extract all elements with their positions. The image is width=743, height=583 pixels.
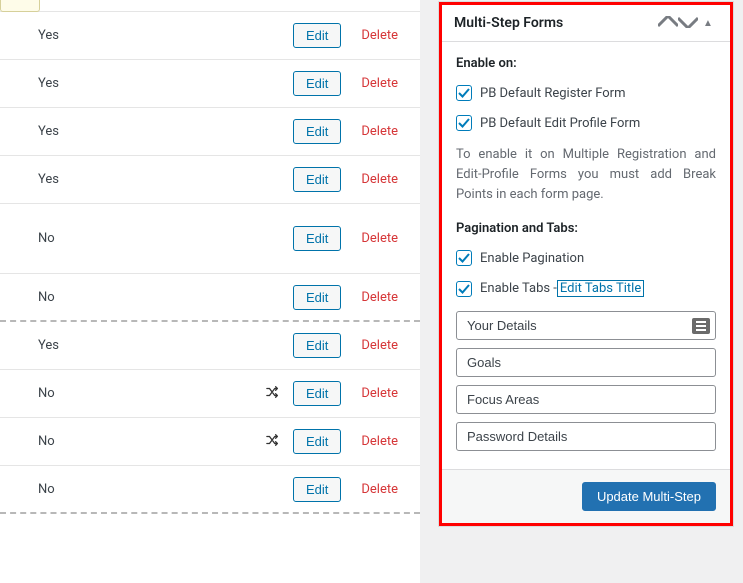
table-row: Yes Edit Delete <box>0 60 420 108</box>
delete-link[interactable]: Delete <box>361 338 398 353</box>
delete-link[interactable]: Delete <box>361 482 398 497</box>
checkbox-label: PB Default Register Form <box>480 86 625 101</box>
multi-step-panel: Multi-Step Forms ▲ Enable on: PB Default… <box>439 2 733 526</box>
checkbox-label: Enable Tabs - <box>480 281 557 296</box>
panel-title: Multi-Step Forms <box>454 15 658 31</box>
tab-title-input[interactable] <box>456 385 716 414</box>
row-value: Yes <box>10 338 253 353</box>
table-row: No Edit Delete <box>0 466 420 514</box>
table-row: No Edit Delete <box>0 204 420 274</box>
tab-title-input-wrap <box>456 385 716 414</box>
edit-button[interactable]: Edit <box>293 477 341 502</box>
edit-button[interactable]: Edit <box>293 285 341 310</box>
delete-link[interactable]: Delete <box>361 434 398 449</box>
table-row: Yes Edit Delete <box>0 12 420 60</box>
tab-title-input[interactable] <box>456 348 716 377</box>
checkbox-row-pagination: Enable Pagination <box>456 250 716 266</box>
checkbox-pagination[interactable] <box>456 250 472 266</box>
checkbox-register[interactable] <box>456 85 472 101</box>
checkbox-row-register: PB Default Register Form <box>456 85 716 101</box>
edit-tabs-title-link[interactable]: Edit Tabs Title <box>557 280 644 297</box>
row-value: Yes <box>10 28 253 43</box>
table-row: Yes Edit Delete <box>0 322 420 370</box>
delete-link[interactable]: Delete <box>361 290 398 305</box>
row-value: Yes <box>10 76 253 91</box>
table-row <box>0 0 420 12</box>
tab-title-input-wrap <box>456 311 716 340</box>
panel-collapse-icon[interactable]: ▲ <box>698 18 718 29</box>
tab-inputs-group <box>456 311 716 451</box>
table-row: No Edit Delete <box>0 274 420 322</box>
password-manager-icon[interactable] <box>692 318 710 334</box>
panel-move-down-icon[interactable] <box>678 16 698 31</box>
panel-footer: Update Multi-Step <box>442 469 730 523</box>
update-multi-step-button[interactable]: Update Multi-Step <box>582 482 716 511</box>
delete-link[interactable]: Delete <box>361 28 398 43</box>
edit-button[interactable]: Edit <box>293 119 341 144</box>
enable-on-label: Enable on: <box>456 56 716 71</box>
delete-link[interactable]: Delete <box>361 76 398 91</box>
delete-link[interactable]: Delete <box>361 172 398 187</box>
edit-button[interactable]: Edit <box>293 71 341 96</box>
tab-title-input-wrap <box>456 348 716 377</box>
delete-link[interactable]: Delete <box>361 231 398 246</box>
row-value: No <box>10 482 253 497</box>
table-row: Yes Edit Delete <box>0 108 420 156</box>
edit-button[interactable]: Edit <box>293 226 341 251</box>
table-row: No Edit Delete <box>0 370 420 418</box>
tag-stub <box>0 0 40 12</box>
table-row: Yes Edit Delete <box>0 156 420 204</box>
table-row: No Edit Delete <box>0 418 420 466</box>
row-value: No <box>10 386 253 401</box>
shuffle-icon[interactable] <box>253 385 293 403</box>
pagination-tabs-label: Pagination and Tabs: <box>456 221 716 236</box>
delete-link[interactable]: Delete <box>361 386 398 401</box>
panel-body: Enable on: PB Default Register Form PB D… <box>442 42 730 469</box>
row-value: No <box>10 231 253 246</box>
tab-title-input-wrap <box>456 422 716 451</box>
checkbox-edit-profile[interactable] <box>456 115 472 131</box>
edit-button[interactable]: Edit <box>293 167 341 192</box>
row-value: Yes <box>10 172 253 187</box>
delete-link[interactable]: Delete <box>361 124 398 139</box>
checkbox-row-edit-profile: PB Default Edit Profile Form <box>456 115 716 131</box>
checkbox-label: Enable Pagination <box>480 251 584 266</box>
help-text: To enable it on Multiple Registration an… <box>456 145 716 205</box>
tab-title-input[interactable] <box>456 422 716 451</box>
shuffle-icon[interactable] <box>253 433 293 451</box>
row-value: No <box>10 290 253 305</box>
panel-header: Multi-Step Forms ▲ <box>442 5 730 42</box>
tab-title-input[interactable] <box>456 311 716 340</box>
panel-move-up-icon[interactable] <box>658 16 678 31</box>
fields-table: YesEditDeleteYesEditDeleteYesEditDeleteY… <box>0 0 420 583</box>
checkbox-row-tabs: Enable Tabs - Edit Tabs Title <box>456 280 716 297</box>
checkbox-tabs[interactable] <box>456 281 472 297</box>
checkbox-label: PB Default Edit Profile Form <box>480 116 640 131</box>
edit-button[interactable]: Edit <box>293 381 341 406</box>
edit-button[interactable]: Edit <box>293 23 341 48</box>
row-value: No <box>10 434 253 449</box>
edit-button[interactable]: Edit <box>293 333 341 358</box>
row-value: Yes <box>10 124 253 139</box>
edit-button[interactable]: Edit <box>293 429 341 454</box>
